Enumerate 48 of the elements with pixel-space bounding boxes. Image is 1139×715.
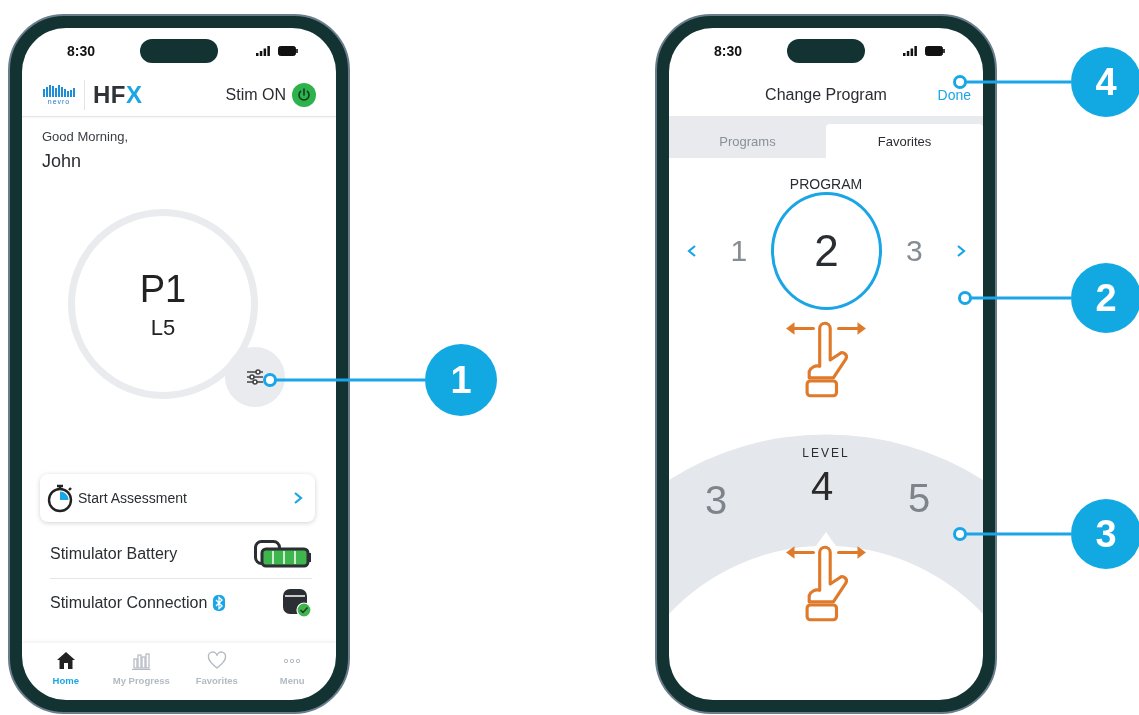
bluetooth-icon (213, 595, 226, 611)
status-time: 8:30 (67, 43, 95, 59)
battery-icon (925, 46, 945, 56)
nav-tab[interactable]: Favorites (179, 651, 255, 686)
status-row-label: Stimulator Connection (50, 594, 208, 612)
done-button[interactable]: Done (937, 87, 971, 103)
device-battery-icon (254, 540, 312, 568)
nav-tab[interactable]: Menu (254, 651, 330, 686)
program-number[interactable]: 3 (892, 234, 936, 268)
assessment-label: Start Assessment (78, 490, 187, 506)
product-logo: HFX (93, 81, 143, 109)
sliders-icon (246, 369, 264, 385)
callout-number: 3 (1071, 499, 1139, 569)
program-name: P1 (139, 267, 187, 311)
section-label: LEVEL (802, 445, 850, 460)
status-time: 8:30 (714, 43, 742, 59)
screen-title: Change Program (765, 86, 887, 104)
signal-icon (903, 46, 917, 56)
tab[interactable]: Favorites (826, 124, 983, 158)
selected-program[interactable]: 2 (770, 192, 883, 310)
program-number[interactable]: 1 (717, 234, 761, 268)
heart-icon (206, 651, 227, 671)
nav-tab[interactable]: Home (28, 651, 104, 686)
callout-number: 4 (1071, 47, 1139, 117)
greeting-text: Good Morning, (41, 128, 129, 144)
tab[interactable]: Programs (669, 124, 826, 158)
selected-level[interactable]: 4 (810, 464, 834, 508)
callout-number: 1 (425, 344, 497, 416)
dots-icon (282, 658, 303, 664)
stopwatch-icon (46, 483, 74, 513)
house-icon (55, 651, 76, 671)
status-row-label: Stimulator Battery (50, 545, 178, 563)
callout-number: 2 (1071, 263, 1139, 333)
nav-tab[interactable]: My Progress (103, 651, 179, 686)
chevron-right-icon (293, 491, 303, 505)
level-number[interactable]: 3 (704, 478, 728, 522)
battery-icon (278, 46, 298, 56)
start-assessment-button[interactable]: Start Assessment (40, 474, 315, 522)
bar-chart-icon (131, 651, 152, 671)
level-number[interactable]: 5 (907, 476, 931, 520)
device-connected-icon (282, 588, 312, 618)
stim-status-label: Stim ON (225, 86, 286, 104)
user-name: John (41, 150, 83, 172)
program-level: L5 (150, 315, 176, 341)
power-icon[interactable] (292, 83, 316, 107)
signal-icon (256, 46, 270, 56)
wave-bars-logo-icon (42, 84, 76, 97)
section-label: PROGRAM (788, 176, 864, 192)
